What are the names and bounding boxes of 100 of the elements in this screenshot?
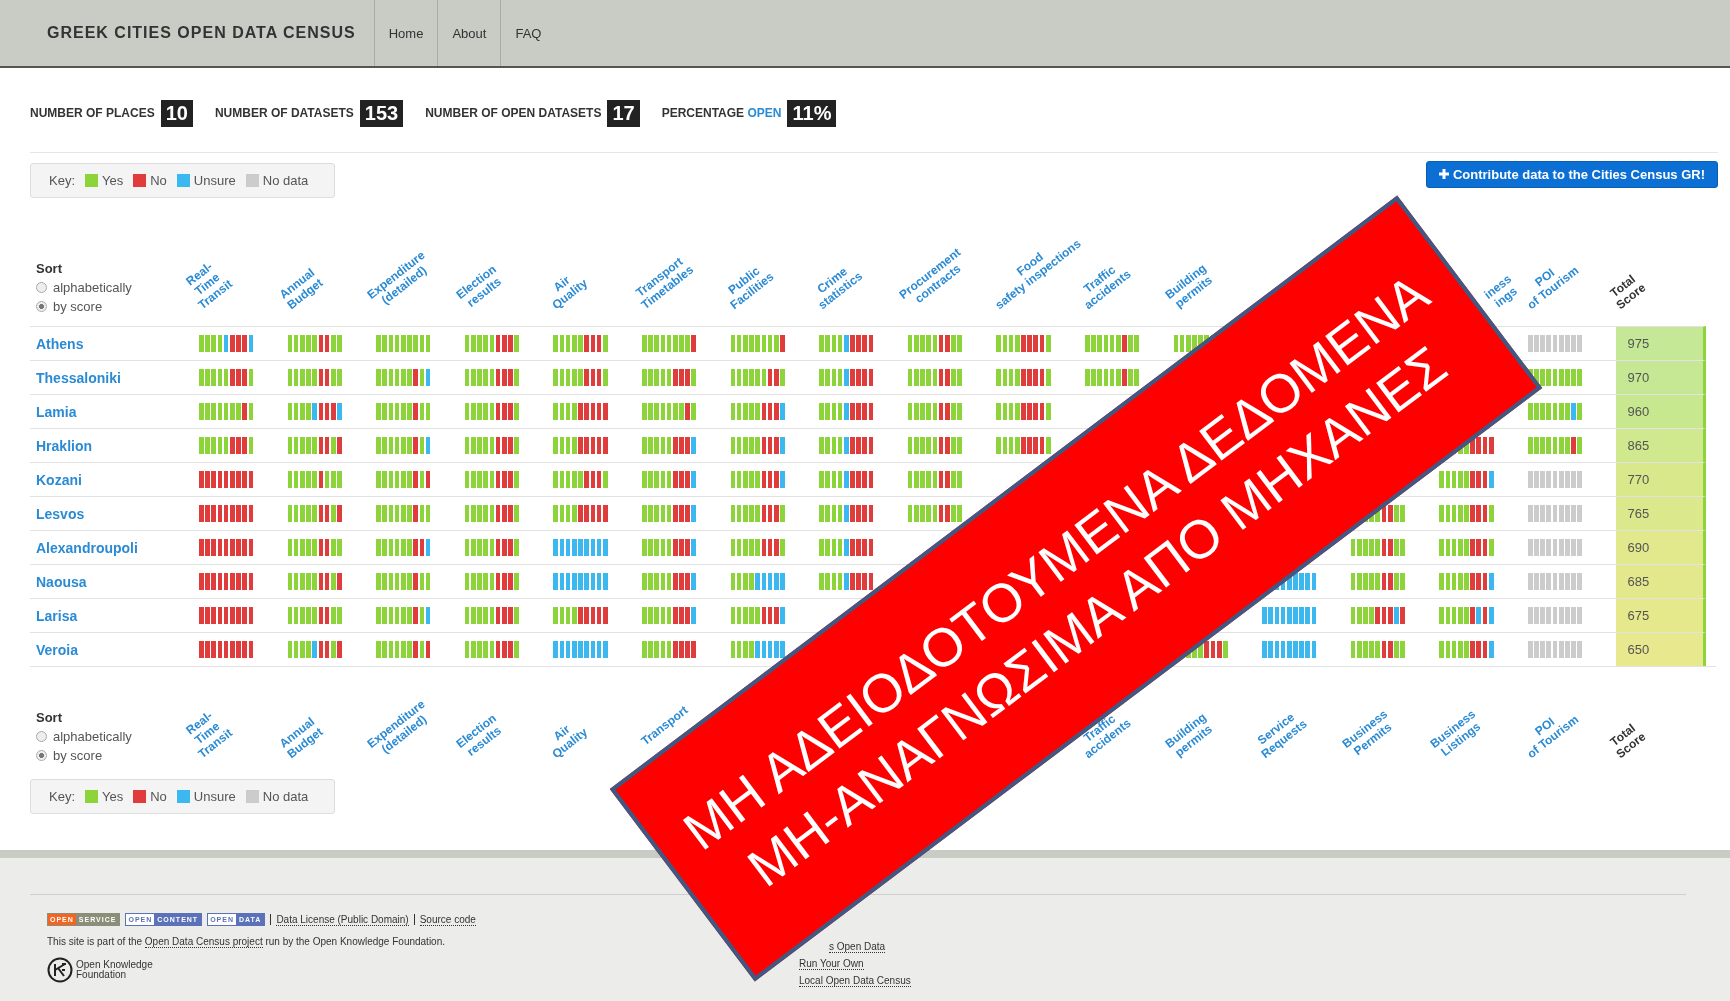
dataset-status-bar[interactable] xyxy=(553,505,608,522)
dataset-status-bar[interactable] xyxy=(641,573,697,590)
dataset-status-bar[interactable] xyxy=(730,403,785,420)
dataset-status-bar[interactable] xyxy=(287,641,342,658)
dataset-status-bar[interactable] xyxy=(464,335,519,352)
dataset-status-bar[interactable] xyxy=(376,539,431,556)
dataset-status-bar[interactable] xyxy=(199,437,254,454)
city-link[interactable]: Larisa xyxy=(36,607,78,624)
dataset-status-bar[interactable] xyxy=(730,369,785,386)
dataset-status-bar[interactable] xyxy=(996,369,1051,386)
footer-link[interactable]: Run Your Own xyxy=(799,958,864,970)
dataset-status-bar[interactable] xyxy=(1439,539,1494,556)
dataset-status-bar[interactable] xyxy=(464,369,519,386)
dataset-status-bar[interactable] xyxy=(641,403,697,420)
dataset-status-bar[interactable] xyxy=(907,335,962,352)
dataset-status-bar[interactable] xyxy=(907,403,962,420)
dataset-status-bar[interactable] xyxy=(819,437,874,454)
dataset-status-bar[interactable] xyxy=(287,403,342,420)
dataset-status-bar[interactable] xyxy=(376,471,431,488)
dataset-status-bar[interactable] xyxy=(641,607,697,624)
nav-link[interactable]: FAQ xyxy=(500,0,556,66)
dataset-status-bar[interactable] xyxy=(553,607,608,624)
city-link[interactable]: Kozani xyxy=(36,471,82,488)
dataset-status-bar[interactable] xyxy=(199,369,254,386)
sort-radio[interactable] xyxy=(36,282,47,293)
dataset-status-bar[interactable] xyxy=(907,505,962,522)
dataset-status-bar[interactable] xyxy=(641,471,697,488)
dataset-status-bar[interactable] xyxy=(376,505,431,522)
footer-link[interactable]: Source code xyxy=(419,913,476,926)
dataset-status-bar[interactable] xyxy=(1350,641,1405,658)
dataset-status-bar[interactable] xyxy=(996,437,1051,454)
dataset-status-bar[interactable] xyxy=(376,369,431,386)
dataset-status-bar[interactable] xyxy=(553,403,608,420)
dataset-status-bar[interactable] xyxy=(376,403,431,420)
city-link[interactable]: Veroia xyxy=(36,641,79,658)
dataset-status-bar[interactable] xyxy=(819,335,874,352)
sort-radio[interactable] xyxy=(36,750,47,761)
sort-option-label[interactable]: by score xyxy=(53,748,103,763)
dataset-status-bar[interactable] xyxy=(641,539,697,556)
dataset-status-bar[interactable] xyxy=(199,573,254,590)
dataset-status-bar[interactable] xyxy=(199,403,254,420)
city-link[interactable]: Lamia xyxy=(36,403,77,420)
dataset-status-bar[interactable] xyxy=(464,437,519,454)
dataset-status-bar[interactable] xyxy=(819,573,874,590)
dataset-status-bar[interactable] xyxy=(464,471,519,488)
site-title[interactable]: GREEK CITIES OPEN DATA CENSUS xyxy=(47,0,374,66)
dataset-status-bar[interactable] xyxy=(1350,573,1405,590)
dataset-status-bar[interactable] xyxy=(1527,437,1583,454)
dataset-status-bar[interactable] xyxy=(287,539,342,556)
footer-link[interactable]: Data License (Public Domain) xyxy=(276,913,409,926)
sort-radio[interactable] xyxy=(36,731,47,742)
dataset-status-bar[interactable] xyxy=(907,437,962,454)
dataset-status-bar[interactable] xyxy=(641,335,697,352)
dataset-status-bar[interactable] xyxy=(819,471,874,488)
city-link[interactable]: Lesvos xyxy=(36,505,85,522)
dataset-status-bar[interactable] xyxy=(1084,335,1140,352)
dataset-status-bar[interactable] xyxy=(464,573,519,590)
dataset-status-bar[interactable] xyxy=(907,369,962,386)
city-link[interactable]: Alexandroupoli xyxy=(36,539,138,556)
dataset-status-bar[interactable] xyxy=(199,539,254,556)
dataset-status-bar[interactable] xyxy=(553,437,608,454)
dataset-status-bar[interactable] xyxy=(1084,369,1140,386)
city-link[interactable]: Thessaloniki xyxy=(36,369,121,386)
dataset-status-bar[interactable] xyxy=(199,641,254,658)
dataset-status-bar[interactable] xyxy=(1350,607,1405,624)
sort-option-label[interactable]: alphabetically xyxy=(53,729,132,744)
dataset-status-bar[interactable] xyxy=(376,607,431,624)
dataset-status-bar[interactable] xyxy=(641,505,697,522)
dataset-status-bar[interactable] xyxy=(376,573,431,590)
dataset-status-bar[interactable] xyxy=(199,335,254,352)
dataset-status-bar[interactable] xyxy=(376,641,431,658)
nav-link[interactable]: Home xyxy=(373,0,438,66)
dataset-status-bar[interactable] xyxy=(819,539,874,556)
dataset-status-bar[interactable] xyxy=(641,437,697,454)
dataset-status-bar[interactable] xyxy=(376,437,431,454)
dataset-status-bar[interactable] xyxy=(464,505,519,522)
dataset-status-bar[interactable] xyxy=(641,641,697,658)
dataset-status-bar[interactable] xyxy=(287,573,342,590)
dataset-status-bar[interactable] xyxy=(553,471,608,488)
dataset-status-bar[interactable] xyxy=(287,471,342,488)
dataset-status-bar[interactable] xyxy=(730,335,785,352)
dataset-status-bar[interactable] xyxy=(199,505,254,522)
dataset-status-bar[interactable] xyxy=(1439,607,1494,624)
dataset-status-bar[interactable] xyxy=(199,607,254,624)
sort-option-label[interactable]: by score xyxy=(53,299,103,314)
city-link[interactable]: Athens xyxy=(36,335,84,352)
dataset-status-bar[interactable] xyxy=(730,437,785,454)
dataset-status-bar[interactable] xyxy=(996,403,1051,420)
dataset-status-bar[interactable] xyxy=(1439,573,1494,590)
dataset-status-bar[interactable] xyxy=(907,471,962,488)
dataset-status-bar[interactable] xyxy=(464,641,519,658)
footer-link[interactable]: s Open Data xyxy=(829,941,886,953)
dataset-status-bar[interactable] xyxy=(464,607,519,624)
dataset-status-bar[interactable] xyxy=(641,369,697,386)
dataset-status-bar[interactable] xyxy=(287,437,342,454)
dataset-status-bar[interactable] xyxy=(996,335,1051,352)
dataset-status-bar[interactable] xyxy=(819,369,874,386)
dataset-status-bar[interactable] xyxy=(553,369,608,386)
dataset-status-bar[interactable] xyxy=(819,403,874,420)
footer-link[interactable]: Open Data Census project xyxy=(144,936,263,948)
